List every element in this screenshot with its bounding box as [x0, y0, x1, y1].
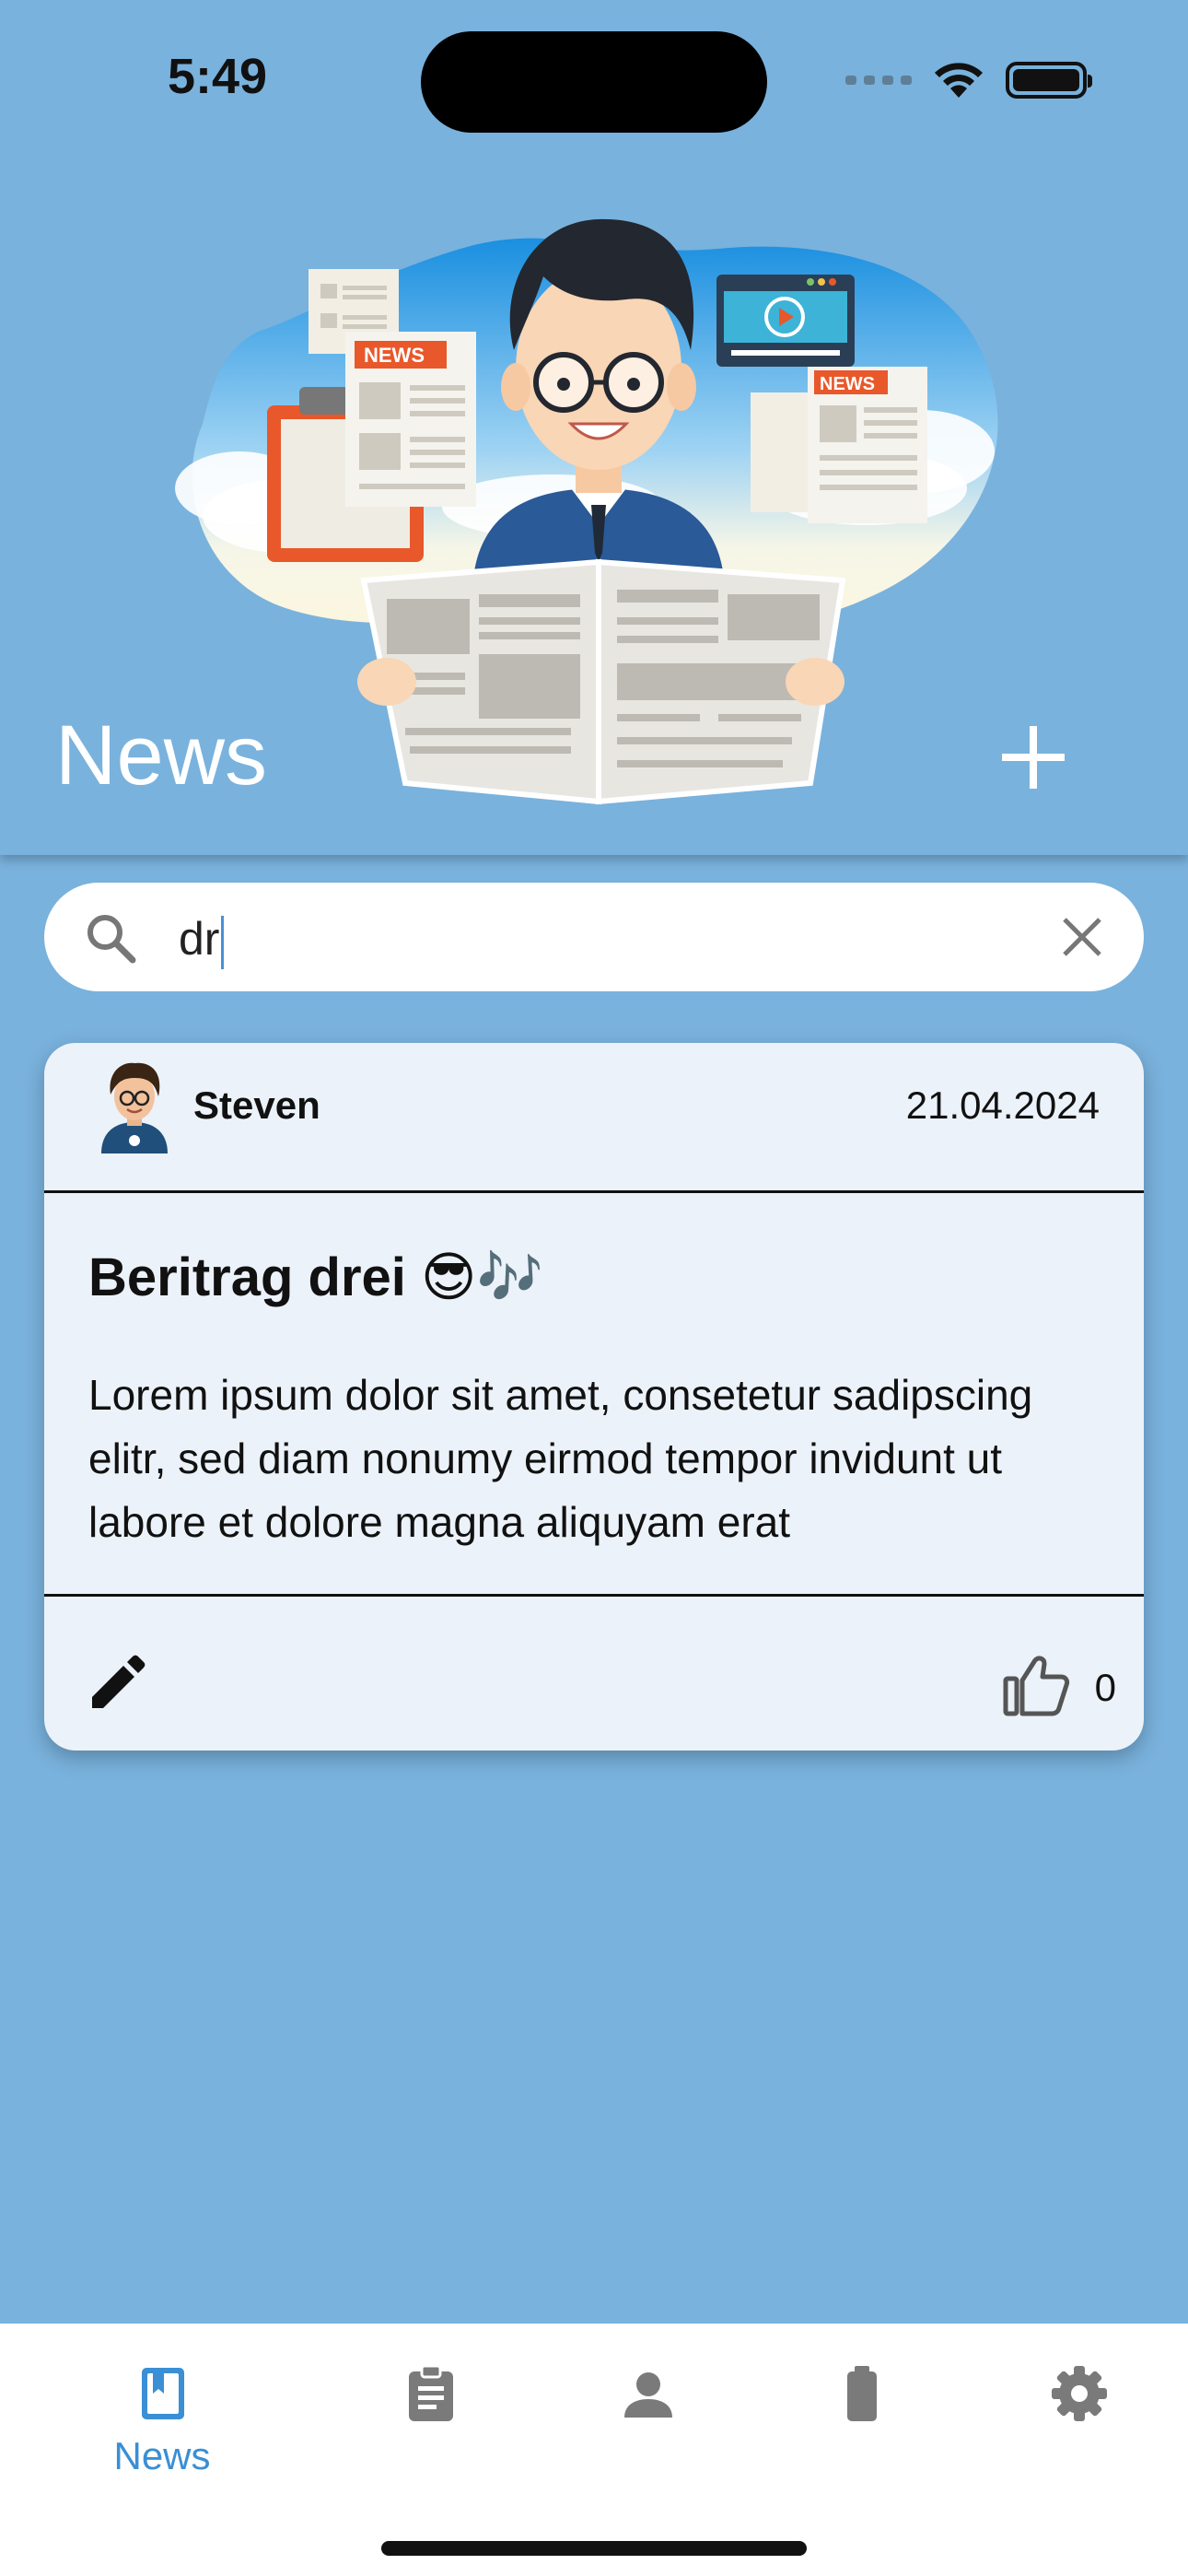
post-title: Beritrag drei 😎🎶 [88, 1247, 543, 1307]
clear-search-icon[interactable] [1059, 914, 1105, 960]
header-divider [44, 1190, 1144, 1193]
thumbs-up-icon [1003, 1656, 1070, 1716]
svg-text:NEWS: NEWS [820, 374, 875, 394]
like-count: 0 [1094, 1666, 1116, 1709]
nav-item-news[interactable]: News [70, 2324, 254, 2508]
home-indicator[interactable] [381, 2541, 807, 2556]
clipboard-icon [409, 2364, 453, 2421]
battery-icon [847, 2366, 877, 2421]
bottom-navigation: News [0, 2324, 1188, 2576]
battery-icon [1006, 62, 1092, 99]
search-input[interactable]: dr [179, 912, 225, 969]
gear-icon [1052, 2366, 1107, 2421]
plus-icon [1002, 726, 1065, 789]
footer-divider [44, 1594, 1144, 1597]
post-author: Steven [193, 1083, 320, 1127]
nav-item-battery[interactable] [770, 2324, 954, 2508]
svg-text:NEWS: NEWS [364, 344, 425, 367]
author-avatar [101, 1062, 168, 1153]
status-time: 5:49 [168, 49, 268, 104]
add-post-button[interactable] [995, 719, 1072, 796]
text-caret [221, 915, 225, 969]
search-input-value: dr [179, 913, 220, 965]
news-reader-illustration: NEWS NEWS [175, 218, 998, 805]
status-bar: 5:49 [0, 0, 1188, 138]
search-bar[interactable]: dr [44, 883, 1144, 991]
dynamic-island [421, 31, 767, 133]
bookmark-book-icon [142, 2368, 184, 2419]
post-header: Steven 21.04.2024 [44, 1043, 1144, 1190]
like-button[interactable] [1002, 1651, 1070, 1719]
nav-item-tasks[interactable] [339, 2324, 523, 2508]
status-indicators [845, 61, 1092, 100]
nav-item-settings[interactable] [987, 2324, 1171, 2508]
page-title: News [55, 708, 268, 802]
person-icon [624, 2372, 672, 2418]
edit-post-button[interactable] [83, 1651, 149, 1717]
nav-item-profile[interactable] [556, 2324, 740, 2508]
wifi-icon [935, 63, 983, 98]
search-icon [87, 915, 136, 964]
pencil-icon [92, 1655, 146, 1708]
post-date: 21.04.2024 [905, 1083, 1100, 1127]
nav-label-news: News [113, 2434, 211, 2477]
post-card[interactable]: Steven 21.04.2024 Beritrag drei 😎🎶 Lorem… [44, 1043, 1144, 1751]
post-body: Lorem ipsum dolor sit amet, consetetur s… [88, 1371, 1033, 1546]
cellular-signal-icon [845, 76, 912, 85]
